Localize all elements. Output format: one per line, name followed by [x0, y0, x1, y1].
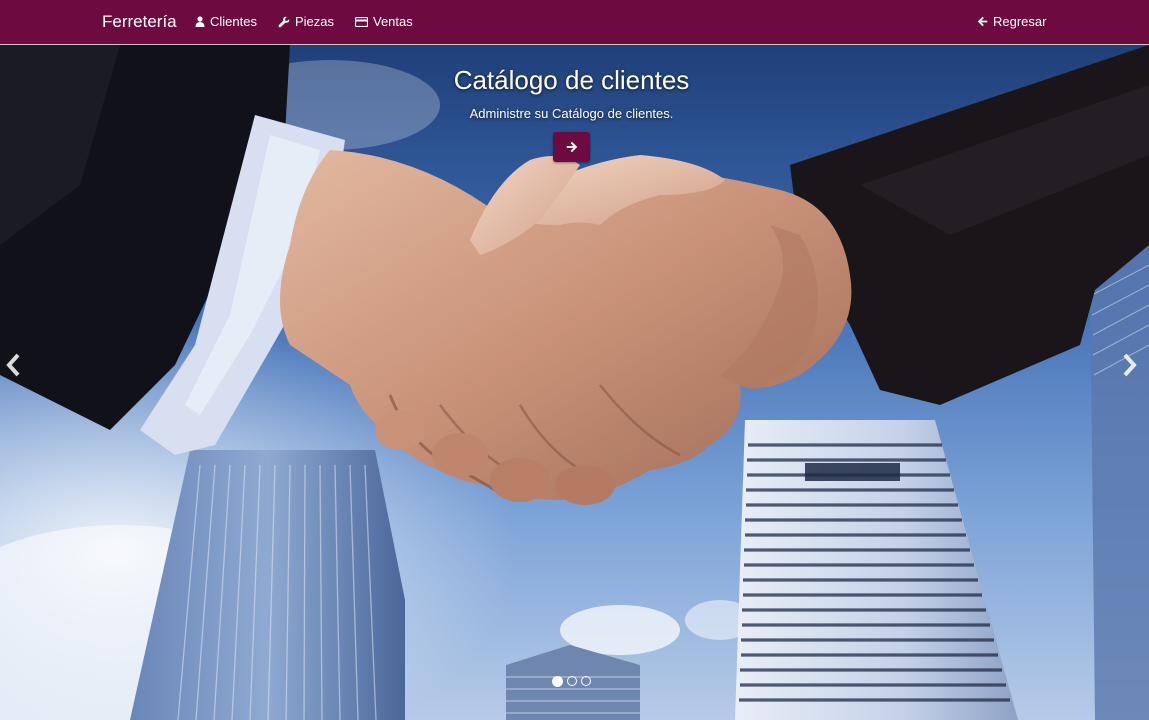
credit-card-icon — [355, 16, 368, 27]
carousel-title: Catálogo de clientes — [453, 65, 690, 95]
chevron-right-icon — [1123, 353, 1137, 377]
arrow-left-icon — [977, 16, 988, 27]
back-link[interactable]: Regresar — [977, 14, 1046, 29]
user-icon — [195, 16, 205, 27]
carousel-indicator[interactable] — [567, 676, 577, 686]
nav-item-clientes[interactable]: Clientes — [195, 14, 257, 29]
carousel-prev-button[interactable] — [2, 350, 26, 380]
carousel-indicator[interactable] — [552, 676, 563, 687]
nav-item-label: Clientes — [210, 14, 257, 29]
back-label: Regresar — [993, 14, 1047, 29]
nav-item-ventas[interactable]: Ventas — [355, 14, 413, 29]
brand-link[interactable]: Ferretería — [102, 12, 177, 32]
carousel-subtitle: Administre su Catálogo de clientes. — [469, 106, 674, 121]
nav-item-piezas[interactable]: Piezas — [278, 14, 334, 29]
chevron-left-icon — [6, 353, 20, 377]
carousel-indicator[interactable] — [581, 676, 591, 686]
wrench-icon — [278, 16, 290, 27]
carousel-next-button[interactable] — [1117, 350, 1141, 380]
nav-item-label: Ventas — [373, 14, 413, 29]
carousel: Catálogo de clientes Administre su Catál… — [0, 45, 1149, 720]
carousel-indicators — [552, 676, 591, 687]
go-button[interactable] — [553, 132, 590, 162]
nav-item-label: Piezas — [295, 14, 335, 29]
navbar: Ferretería Clientes Piezas Ventas Regres… — [0, 0, 1149, 45]
arrow-right-icon — [566, 141, 577, 153]
